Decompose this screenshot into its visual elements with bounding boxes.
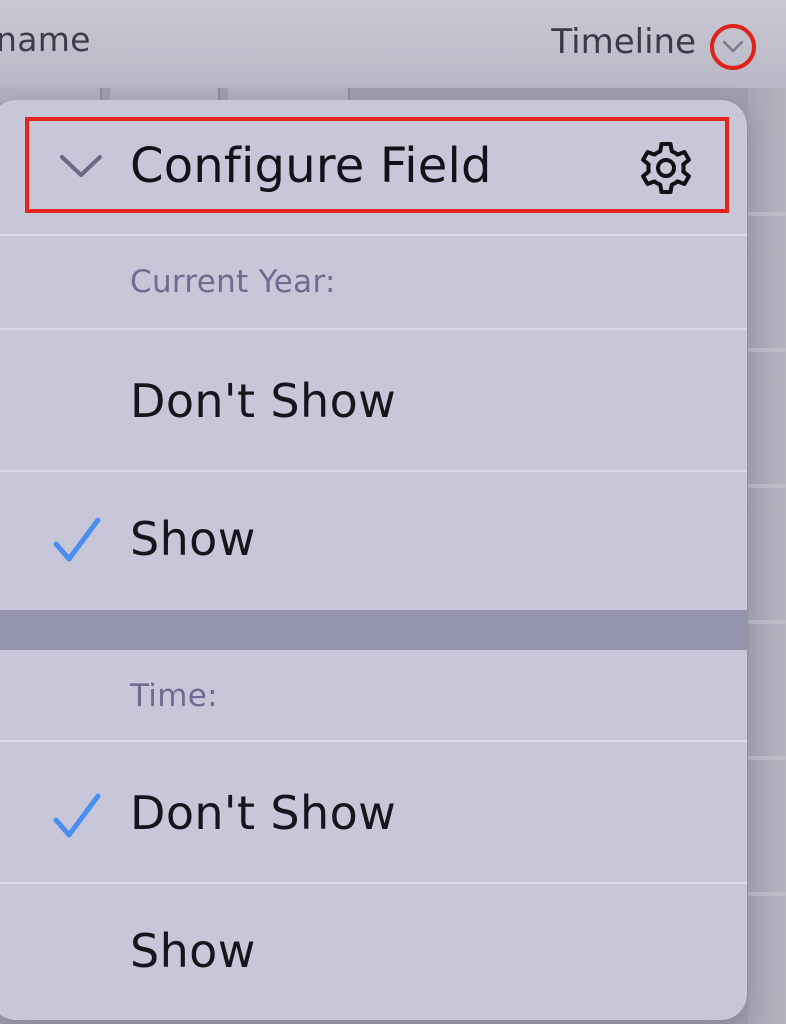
option-label: Show [130, 512, 256, 566]
table-row-divider [748, 484, 786, 488]
table-row-divider [748, 212, 786, 216]
table-row-divider [748, 620, 786, 624]
column-header-timeline[interactable]: Timeline [551, 22, 696, 62]
checkmark-icon [53, 517, 101, 562]
column-options-button[interactable] [710, 24, 756, 70]
gear-icon[interactable] [634, 138, 698, 202]
option-time-dont-show[interactable]: Don't Show [0, 742, 747, 882]
option-label: Don't Show [130, 786, 397, 840]
column-header-name[interactable]: name [0, 20, 91, 59]
table-row-divider [748, 892, 786, 896]
section-label-current-year: Current Year: [130, 264, 336, 300]
option-current-year-dont-show[interactable]: Don't Show [0, 330, 747, 470]
option-time-show[interactable]: Show [0, 884, 747, 1020]
table-row-divider [748, 756, 786, 760]
checkmark-icon [53, 793, 101, 838]
section-divider [0, 610, 747, 650]
chevron-down-icon[interactable] [58, 153, 104, 181]
menu-title: Configure Field [130, 138, 492, 194]
table-header-bar: name Timeline [0, 0, 786, 88]
table-row-divider [748, 348, 786, 352]
menu-header[interactable]: Configure Field [0, 100, 747, 234]
chevron-down-icon [722, 40, 744, 53]
configure-field-popover: Configure Field Current Year: Don't Show… [0, 100, 747, 1020]
option-current-year-show[interactable]: Show [0, 472, 747, 612]
section-label-time: Time: [130, 678, 218, 714]
option-label: Show [130, 924, 256, 978]
table-column-edge [748, 88, 786, 1024]
option-label: Don't Show [130, 374, 397, 428]
separator [0, 234, 747, 236]
